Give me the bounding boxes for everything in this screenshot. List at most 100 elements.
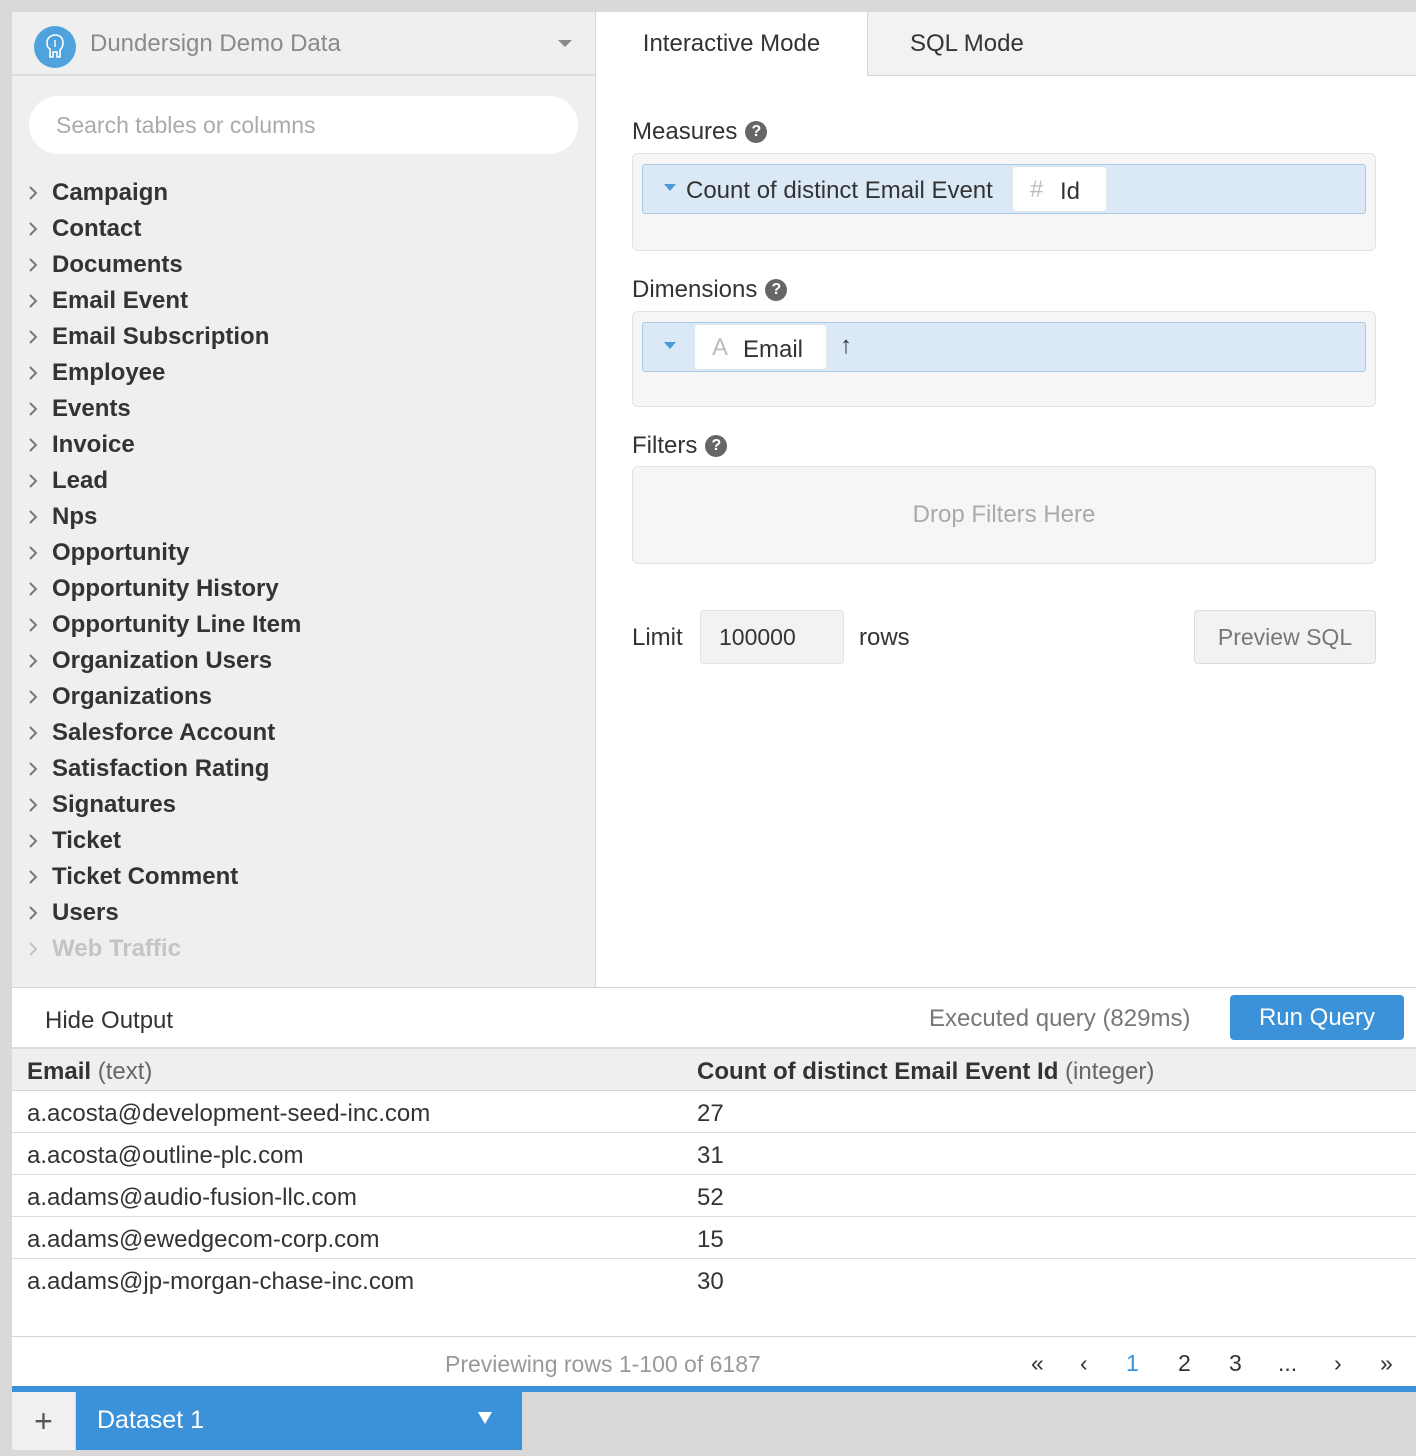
chevron-right-icon bbox=[29, 366, 38, 380]
help-icon[interactable]: ? bbox=[765, 279, 788, 301]
table-item-label: Lead bbox=[52, 467, 109, 494]
count-cell: 27 bbox=[697, 1100, 724, 1127]
dimension-pill[interactable]: A Email ↑ bbox=[642, 322, 1366, 372]
table-row: a.adams@ewedgecom-corp.com 15 bbox=[12, 1217, 1416, 1259]
results-header-row: Email (text) Count of distinct Email Eve… bbox=[12, 1049, 1416, 1091]
table-item[interactable]: Signatures bbox=[12, 788, 595, 824]
table-item[interactable]: Events bbox=[12, 392, 595, 428]
table-item[interactable]: Organizations bbox=[12, 680, 595, 716]
dimensions-label: Dimensions bbox=[632, 276, 758, 303]
table-item[interactable]: Email Subscription bbox=[12, 320, 595, 356]
table-item-label: Organizations bbox=[52, 683, 213, 710]
table-item[interactable]: Employee bbox=[12, 356, 595, 392]
table-item-label: Documents bbox=[52, 251, 183, 278]
table-row: a.acosta@development-seed-inc.com 27 bbox=[12, 1091, 1416, 1133]
table-item[interactable]: Opportunity bbox=[12, 536, 595, 572]
chevron-right-icon bbox=[29, 186, 38, 200]
dimensions-section-label: Dimensions ? bbox=[632, 276, 788, 304]
table-item[interactable]: Campaign bbox=[12, 176, 595, 212]
count-cell: 52 bbox=[697, 1184, 724, 1211]
table-item[interactable]: Users bbox=[12, 896, 595, 932]
table-item[interactable]: Contact bbox=[12, 212, 595, 248]
table-item[interactable]: Organization Users bbox=[12, 644, 595, 680]
caret-down-icon[interactable] bbox=[664, 342, 676, 349]
column-header-email[interactable]: Email (text) bbox=[27, 1058, 152, 1086]
table-item[interactable]: Email Event bbox=[12, 284, 595, 320]
help-icon[interactable]: ? bbox=[745, 121, 768, 143]
dataset-tab-bar: + Dataset 1 bbox=[12, 1386, 1416, 1456]
table-item[interactable]: Lead bbox=[12, 464, 595, 500]
caret-down-icon[interactable] bbox=[478, 1412, 492, 1424]
measure-field-chip[interactable]: # Id bbox=[1012, 166, 1107, 212]
chevron-right-icon bbox=[29, 510, 38, 524]
results-body: a.acosta@development-seed-inc.com 27 a.aco… bbox=[12, 1091, 1416, 1301]
table-item[interactable]: Nps bbox=[12, 500, 595, 536]
table-item[interactable]: Invoice bbox=[12, 428, 595, 464]
table-item[interactable]: Ticket Comment bbox=[12, 860, 595, 896]
chevron-right-icon bbox=[29, 582, 38, 596]
chevron-down-icon bbox=[558, 40, 572, 47]
table-row: a.adams@jp-morgan-chase-inc.com 30 bbox=[12, 1259, 1416, 1301]
caret-down-icon[interactable] bbox=[664, 184, 676, 191]
measure-pill[interactable]: Count of distinct Email Event # Id bbox=[642, 164, 1366, 214]
email-cell: a.adams@ewedgecom-corp.com bbox=[27, 1226, 380, 1253]
table-item-label: Events bbox=[52, 395, 131, 422]
page-3-button[interactable]: 3 bbox=[1229, 1350, 1242, 1377]
chevron-right-icon bbox=[29, 654, 38, 668]
preview-sql-button[interactable]: Preview SQL bbox=[1194, 610, 1376, 664]
mode-tabs: Interactive Mode SQL Mode bbox=[596, 12, 1416, 76]
page-2-button[interactable]: 2 bbox=[1178, 1350, 1191, 1377]
chevron-right-icon bbox=[29, 834, 38, 848]
dataset-tab[interactable]: Dataset 1 bbox=[76, 1392, 522, 1450]
filters-section-label: Filters ? bbox=[632, 432, 728, 460]
filters-drop-zone[interactable]: Drop Filters Here bbox=[632, 466, 1376, 564]
dimension-field-chip[interactable]: A Email bbox=[694, 324, 827, 370]
last-page-button[interactable]: » bbox=[1380, 1350, 1393, 1377]
table-item[interactable]: Salesforce Account bbox=[12, 716, 595, 752]
table-item-label: Salesforce Account bbox=[52, 719, 276, 746]
table-item-label: Organization Users bbox=[52, 647, 273, 674]
table-item[interactable]: Opportunity History bbox=[12, 572, 595, 608]
next-page-button[interactable]: › bbox=[1334, 1350, 1342, 1377]
add-dataset-button[interactable]: + bbox=[12, 1392, 75, 1450]
chevron-right-icon bbox=[29, 762, 38, 776]
run-query-button[interactable]: Run Query bbox=[1230, 995, 1404, 1040]
dimensions-drop-zone[interactable]: A Email ↑ bbox=[632, 311, 1376, 407]
chevron-right-icon bbox=[29, 726, 38, 740]
dataset-tab-label: Dataset 1 bbox=[97, 1406, 205, 1434]
help-icon[interactable]: ? bbox=[705, 435, 728, 457]
chevron-right-icon bbox=[29, 618, 38, 632]
chevron-right-icon bbox=[29, 870, 38, 884]
first-page-button[interactable]: « bbox=[1031, 1350, 1044, 1377]
tab-sql-mode[interactable]: SQL Mode bbox=[867, 12, 1416, 76]
count-cell: 31 bbox=[697, 1142, 724, 1169]
table-item-label: Contact bbox=[52, 215, 142, 242]
table-list: Campaign Contact Documents Email Event Email… bbox=[12, 176, 595, 968]
table-item-label: Campaign bbox=[52, 179, 169, 206]
tab-interactive-mode[interactable]: Interactive Mode bbox=[596, 12, 867, 76]
hide-output-button[interactable]: Hide Output bbox=[45, 1007, 173, 1035]
chevron-right-icon bbox=[29, 474, 38, 488]
column-header-count[interactable]: Count of distinct Email Event Id (intege… bbox=[697, 1058, 1154, 1086]
limit-label: Limit bbox=[632, 624, 683, 651]
sort-ascending-icon[interactable]: ↑ bbox=[840, 332, 852, 360]
table-item[interactable]: Web Traffic bbox=[12, 932, 595, 968]
previous-page-button[interactable]: ‹ bbox=[1080, 1350, 1088, 1377]
count-cell: 30 bbox=[697, 1268, 724, 1295]
filters-label: Filters bbox=[632, 432, 698, 459]
measures-drop-zone[interactable]: Count of distinct Email Event # Id bbox=[632, 153, 1376, 251]
table-item[interactable]: Satisfaction Rating bbox=[12, 752, 595, 788]
limit-input[interactable] bbox=[700, 610, 844, 664]
table-item[interactable]: Opportunity Line Item bbox=[12, 608, 595, 644]
table-item[interactable]: Ticket bbox=[12, 824, 595, 860]
table-search-input[interactable] bbox=[29, 96, 578, 154]
chevron-right-icon bbox=[29, 798, 38, 812]
measure-field-name: Id bbox=[1060, 178, 1081, 205]
table-item[interactable]: Documents bbox=[12, 248, 595, 284]
chevron-right-icon bbox=[29, 402, 38, 416]
page-1-button[interactable]: 1 bbox=[1126, 1350, 1139, 1377]
datasource-dropdown[interactable]: Dundersign Demo Data bbox=[12, 12, 595, 76]
table-item-label: Email Event bbox=[52, 287, 189, 314]
table-item-label: Email Subscription bbox=[52, 323, 270, 350]
text-type-icon: A bbox=[712, 334, 729, 361]
